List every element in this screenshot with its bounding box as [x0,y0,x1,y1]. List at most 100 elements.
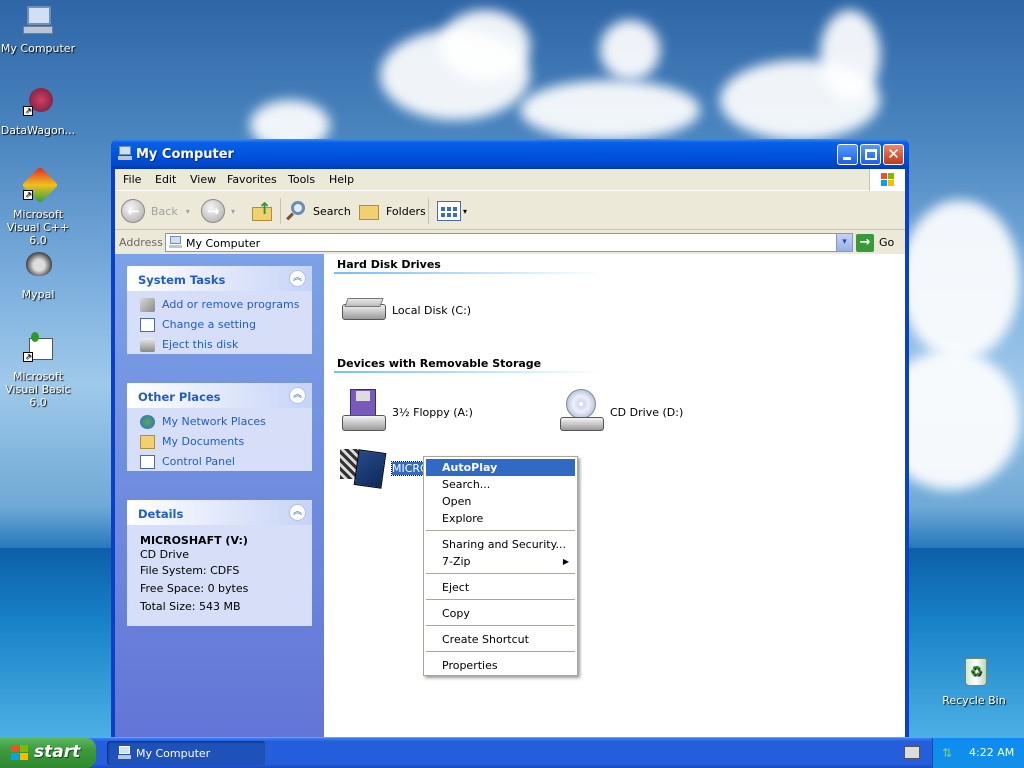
menu-item-open[interactable]: Open [426,493,575,510]
hard-disk-icon [340,296,388,324]
safely-remove-hardware-icon[interactable]: ⇅ [942,746,956,760]
forward-dropdown-icon[interactable]: ▾ [231,207,235,216]
control-panel-icon [140,318,155,332]
menu-help[interactable]: Help [329,173,354,186]
menu-file[interactable]: File [123,173,141,186]
computer-icon [169,236,182,248]
link-label: Control Panel [162,455,235,468]
address-dropdown-icon[interactable]: ▾ [836,234,852,251]
details-total-size: Total Size: 543 MB [140,600,241,613]
menu-tools[interactable]: Tools [288,173,315,186]
go-label: Go [879,236,895,249]
link-label: Add or remove programs [162,298,300,311]
close-button[interactable]: ✕ [883,144,904,165]
windows-logo-icon [869,169,905,191]
details-free-space: Free Space: 0 bytes [140,582,249,595]
forward-button[interactable]: → ▾ [201,198,235,224]
desktop-icon-mypal[interactable]: Mypal [0,250,78,301]
collapse-chevron-icon[interactable]: ︽ [289,387,306,404]
title-bar[interactable]: My Computer ✕ [111,139,909,169]
other-places-panel: Other Places ︽ My Network Places My Docu… [127,383,312,471]
menu-item-label: 7-Zip [442,555,471,568]
desktop-icon-recycle-bin[interactable]: ♻ Recycle Bin [934,656,1014,707]
go-button[interactable]: → Go [856,233,894,252]
desktop-icon-visual-cpp[interactable]: ↗ Microsoft Visual C++ 6.0 [0,166,78,247]
details-title: Details [138,507,184,521]
cloud [820,10,880,100]
minimize-button[interactable] [837,144,858,165]
add-remove-programs-link[interactable]: Add or remove programs [127,295,312,315]
address-value: My Computer [186,237,261,250]
visual-basic-icon: ↗ [21,332,55,366]
menu-edit[interactable]: Edit [155,173,176,186]
address-input[interactable]: My Computer ▾ [165,233,853,252]
menu-item-properties[interactable]: Properties [426,657,575,674]
desktop-icon-my-computer[interactable]: My Computer [0,4,78,55]
desktop-icon-datawagon[interactable]: ↗ DataWagon... [0,86,78,137]
system-tasks-header[interactable]: System Tasks ︽ [127,266,312,291]
taskbar-button-label: My Computer [136,747,211,760]
my-documents-link[interactable]: My Documents [127,432,312,452]
taskbar-button-my-computer[interactable]: My Computer [107,741,265,765]
toolbar: ← Back ▾ → ▾ ↑ Search Folders ▾ [115,192,905,230]
details-name: MICROSHAFT (V:) [140,534,248,547]
my-network-places-link[interactable]: My Network Places [127,412,312,432]
menu-item-search[interactable]: Search... [426,476,575,493]
menu-item-explore[interactable]: Explore [426,510,575,527]
keyboard-icon[interactable] [904,746,920,759]
go-arrow-icon: → [856,233,874,252]
collapse-chevron-icon[interactable]: ︽ [289,270,306,287]
other-places-header[interactable]: Other Places ︽ [127,383,312,408]
back-arrow-icon: ← [121,199,145,223]
drive-cd-d[interactable]: CD Drive (D:) [558,389,683,435]
window-title: My Computer [136,147,234,162]
views-icon [437,201,461,221]
menu-item-sharing-security[interactable]: Sharing and Security... [426,536,575,553]
desktop-icon-label: My Computer [0,42,76,55]
menu-favorites[interactable]: Favorites [227,173,277,186]
system-tasks-title: System Tasks [138,273,226,287]
drive-local-disk-c[interactable]: Local Disk (C:) [340,296,471,324]
address-label: Address [119,236,163,249]
up-folder-button[interactable]: ↑ [250,198,274,224]
menu-separator [426,530,575,531]
menu-item-autoplay[interactable]: AutoPlay [426,459,575,476]
task-pane: System Tasks ︽ Add or remove programs Ch… [115,254,324,737]
eject-disk-link[interactable]: Eject this disk [127,335,312,355]
change-setting-link[interactable]: Change a setting [127,315,312,335]
folders-button[interactable]: Folders [358,198,426,224]
menu-item-copy[interactable]: Copy [426,605,575,622]
menu-separator [426,573,575,574]
menu-item-7zip[interactable]: 7-Zip ▶ [426,553,575,570]
visual-cpp-icon: ↗ [21,166,59,204]
maximize-button[interactable] [860,144,881,165]
collapse-chevron-icon[interactable]: ︽ [289,504,306,521]
start-label: start [34,742,81,762]
details-header[interactable]: Details ︽ [127,500,312,525]
drive-floppy-a[interactable]: 3½ Floppy (A:) [340,389,473,435]
control-panel-link[interactable]: Control Panel [127,452,312,472]
menu-separator [426,625,575,626]
search-button[interactable]: Search [285,198,351,224]
back-dropdown-icon[interactable]: ▾ [186,207,190,216]
back-button[interactable]: ← Back ▾ [121,198,190,224]
menu-item-create-shortcut[interactable]: Create Shortcut [426,631,575,648]
group-header-removable: Devices with Removable Storage [337,357,542,370]
cloud [600,20,660,80]
cloud [900,200,1020,360]
desktop-icon-label: Microsoft Visual C++ 6.0 [6,208,70,247]
system-tray: ⇅ 4:22 AM [932,738,1024,768]
start-button[interactable]: start [0,738,96,768]
details-panel: Details ︽ MICROSHAFT (V:) CD Drive File … [127,500,312,626]
drive-microshaft-v[interactable]: MICRO [340,447,430,489]
minimize-icon [843,157,851,160]
desktop-icon-visual-basic[interactable]: ↗ Microsoft Visual Basic 6.0 [0,332,78,409]
clock[interactable]: 4:22 AM [969,746,1014,759]
menu-item-eject[interactable]: Eject [426,579,575,596]
menu-view[interactable]: View [190,173,216,186]
group-divider [334,371,604,373]
maximize-icon [865,149,877,160]
programs-icon [140,298,155,312]
views-button[interactable]: ▾ [437,198,467,224]
details-type: CD Drive [140,548,189,561]
